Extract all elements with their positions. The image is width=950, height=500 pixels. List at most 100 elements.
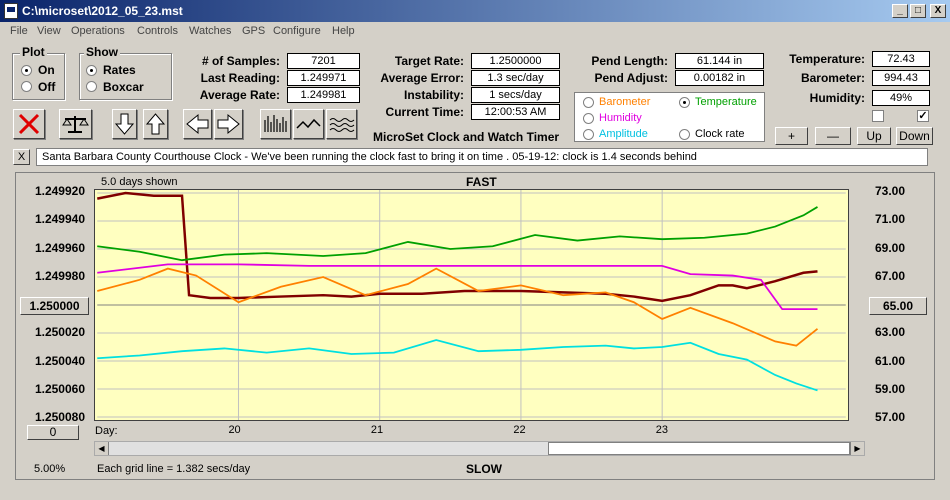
down-button[interactable]: Down bbox=[896, 127, 933, 145]
minimize-button[interactable]: _ bbox=[892, 4, 908, 18]
plot-on-radio[interactable] bbox=[21, 65, 32, 76]
y-right-tick-label: 69.00 bbox=[875, 240, 906, 255]
days-shown-label: 5.0 days shown bbox=[101, 176, 178, 188]
temperature-field: 72.43 bbox=[872, 51, 930, 67]
up-button[interactable]: Up bbox=[857, 127, 891, 145]
menu-watches[interactable]: Watches bbox=[189, 25, 231, 37]
plot-area bbox=[94, 189, 849, 421]
note-field[interactable]: Santa Barbara County Courthouse Clock - … bbox=[36, 148, 928, 166]
menu-view[interactable]: View bbox=[37, 25, 61, 37]
last-reading-field: 1.249971 bbox=[287, 70, 360, 86]
y-right-tick-label: 73.00 bbox=[875, 184, 906, 198]
show-rates-radio[interactable] bbox=[86, 65, 97, 76]
clock-rate-option: Clock rate bbox=[695, 128, 745, 140]
day-label: Day: bbox=[95, 425, 118, 437]
minus-button[interactable]: — bbox=[815, 127, 851, 145]
barometer-option: Barometer bbox=[599, 96, 651, 108]
y-right-tick-label: 67.00 bbox=[875, 268, 906, 283]
menu-gps[interactable]: GPS bbox=[242, 25, 265, 37]
samples-label: # of Samples: bbox=[201, 54, 280, 68]
title-bar: C:\microset\2012_05_23.mst _ □ X bbox=[0, 0, 950, 22]
series-line-temperature bbox=[97, 206, 818, 262]
barometer-label: Barometer: bbox=[800, 71, 865, 85]
clock-rate-radio[interactable] bbox=[679, 129, 690, 140]
series-line-clock-rate bbox=[97, 191, 818, 303]
y-left-tick-label: 1.250040 bbox=[34, 353, 85, 368]
barometer-field: 994.43 bbox=[872, 70, 930, 86]
close-button[interactable]: X bbox=[930, 4, 946, 18]
y-right-tick-label: 71.00 bbox=[875, 212, 906, 227]
barometer-radio[interactable] bbox=[583, 97, 594, 108]
temperature-radio[interactable] bbox=[679, 97, 690, 108]
y-right-tick-label: 59.00 bbox=[875, 381, 906, 396]
humidity-field: 49% bbox=[872, 90, 930, 106]
series-line-humidity bbox=[97, 263, 818, 311]
y-left-tick-label: 1.249940 bbox=[34, 212, 85, 227]
stop-button[interactable] bbox=[13, 109, 45, 139]
scroll-right-button[interactable] bbox=[214, 109, 243, 139]
zero-button[interactable]: 0 bbox=[27, 425, 79, 440]
pend-length-field[interactable]: 61.144 in bbox=[675, 53, 764, 69]
wave-button[interactable] bbox=[326, 109, 357, 139]
plot-off-radio[interactable] bbox=[21, 81, 32, 92]
y-left-tick-label: 1.250080 bbox=[34, 410, 85, 424]
note-close-button[interactable]: X bbox=[13, 149, 30, 165]
plot-select-box: Barometer Temperature Humidity Amplitude… bbox=[574, 92, 765, 142]
show-boxcar-radio[interactable] bbox=[86, 81, 97, 92]
pend-length-label: Pend Length: bbox=[591, 54, 668, 68]
scroll-left-button[interactable] bbox=[183, 109, 212, 139]
temperature-option: Temperature bbox=[695, 96, 757, 108]
instability-label: Instability: bbox=[403, 88, 464, 102]
x-tick-label: 23 bbox=[655, 424, 669, 436]
average-error-label: Average Error: bbox=[380, 71, 464, 85]
percent-label: 5.00% bbox=[34, 463, 66, 475]
x-tick-label: 20 bbox=[228, 424, 241, 436]
window-title: C:\microset\2012_05_23.mst bbox=[22, 4, 183, 18]
scroll-down-button[interactable] bbox=[112, 109, 137, 139]
scroll-thumb[interactable] bbox=[548, 442, 850, 455]
humidity-radio[interactable] bbox=[583, 113, 594, 124]
y-left-tick-label: 1.249980 bbox=[34, 268, 85, 283]
center-temperature-button[interactable]: 65.00 bbox=[869, 297, 927, 315]
line-graph-button[interactable] bbox=[293, 109, 324, 139]
menu-controls[interactable]: Controls bbox=[137, 25, 178, 37]
y-left-tick-label: 1.249960 bbox=[34, 240, 85, 255]
grid-note: Each grid line = 1.382 secs/day bbox=[97, 463, 251, 475]
show-boxcar-label: Boxcar bbox=[103, 80, 144, 94]
fast-label: FAST bbox=[466, 175, 497, 189]
x-icon bbox=[18, 113, 40, 135]
instability-field: 1 secs/day bbox=[471, 87, 560, 103]
last-reading-label: Last Reading: bbox=[200, 71, 280, 85]
arrow-up-icon bbox=[145, 113, 166, 135]
current-time-field: 12:00:53 AM bbox=[471, 104, 560, 120]
balance-button[interactable] bbox=[59, 109, 92, 139]
wave-icon bbox=[329, 118, 355, 132]
menu-help[interactable]: Help bbox=[332, 25, 355, 37]
amplitude-radio[interactable] bbox=[583, 129, 594, 140]
scroll-up-button[interactable] bbox=[143, 109, 168, 139]
x-tick-label: 22 bbox=[513, 424, 526, 436]
maximize-button[interactable]: □ bbox=[910, 4, 926, 18]
right-checkbox[interactable]: ✓ bbox=[917, 110, 929, 122]
arrow-left-icon bbox=[186, 113, 209, 135]
scroll-left-arrow-icon[interactable]: ◀ bbox=[95, 442, 109, 455]
scroll-right-arrow-icon[interactable]: ▶ bbox=[850, 442, 864, 455]
y-right-tick-label: 63.00 bbox=[875, 325, 906, 340]
y-left-tick-label: 1.249920 bbox=[34, 184, 85, 198]
center-rate-button[interactable]: 1.250000 bbox=[20, 297, 89, 315]
plus-button[interactable]: + bbox=[775, 127, 808, 145]
humidity-option: Humidity bbox=[599, 112, 642, 124]
menu-file[interactable]: File bbox=[10, 25, 28, 37]
target-rate-field[interactable]: 1.2500000 bbox=[471, 53, 560, 69]
x-tick-label: 21 bbox=[370, 424, 384, 436]
app-icon bbox=[4, 3, 18, 19]
left-checkbox[interactable] bbox=[872, 110, 884, 122]
menu-operations[interactable]: Operations bbox=[71, 25, 125, 37]
horizontal-scrollbar[interactable]: ◀ ▶ bbox=[94, 441, 865, 456]
series-line-amplitude bbox=[97, 339, 818, 392]
menu-bar: File View Operations Controls Watches GP… bbox=[0, 22, 950, 42]
app-name: MicroSet Clock and Watch Timer bbox=[373, 130, 560, 144]
menu-configure[interactable]: Configure bbox=[273, 25, 321, 37]
y-right-tick-label: 57.00 bbox=[875, 410, 906, 424]
histogram-button[interactable] bbox=[260, 109, 291, 139]
